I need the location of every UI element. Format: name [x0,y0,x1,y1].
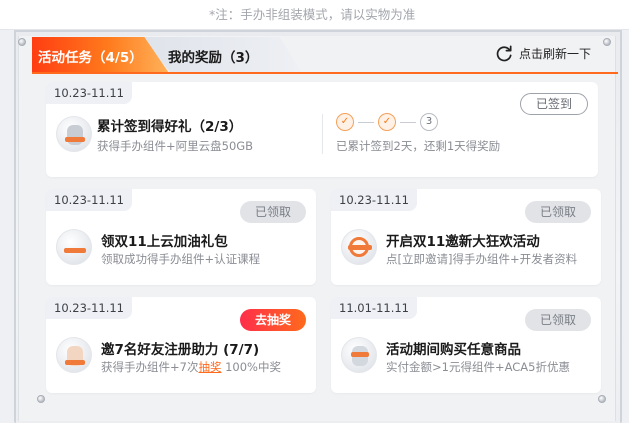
signin-progress-text: 已累计签到2天，还剩1天得奖励 [336,139,501,153]
refresh-button[interactable]: 点击刷新一下 [495,43,591,63]
figure-thumb-icon [341,337,377,373]
refresh-icon [496,45,512,61]
tab-underline [32,72,618,74]
draw-link[interactable]: 抽奖 [198,360,221,374]
tab-my-rewards-label: 我的奖励（3） [168,50,259,66]
figure-thumb-icon [56,116,92,152]
task-desc: 领取成功得手办组件+认证课程 [101,252,261,266]
top-note-text: *注：手办非组装模式，请以实物为准 [209,7,416,22]
task-desc: 获得手办组件+阿里云盘50GB [97,139,254,153]
step-connector [358,122,374,123]
card-divider [322,114,323,154]
task-desc-suffix: 100%中奖 [221,360,281,374]
frame-bolt-icon [598,395,606,403]
task-desc-prefix: 获得手办组件+7次 [101,360,199,374]
task-date: 10.23-11.11 [46,82,132,104]
claimed-button[interactable]: 已领取 [525,201,591,223]
tab-tasks-label: 活动任务（4/5） [38,50,143,66]
task-card-invite-friends: 10.23-11.11 去抽奖 邀7名好友注册助力 (7/7) 获得手办组件+7… [46,297,316,393]
task-title: 领双11上云加油礼包 [101,234,228,250]
frame-bolt-icon [37,395,45,403]
task-card-purchase: 11.01-11.11 已领取 活动期间购买任意商品 实付金额>1元得组件+AC… [331,297,601,393]
task-card-cloud-pack: 10.23-11.11 已领取 领双11上云加油礼包 领取成功得手办组件+认证课… [46,189,316,285]
claimed-button[interactable]: 已领取 [525,309,591,331]
top-note-bar: *注：手办非组装模式，请以实物为准 [0,0,629,30]
task-card-invite-party: 10.23-11.11 已领取 开启双11邀新大狂欢活动 点[立即邀请]得手办组… [331,189,601,285]
task-date: 10.23-11.11 [331,189,417,211]
figure-thumb-icon [341,229,377,265]
claimed-button[interactable]: 已领取 [240,201,306,223]
refresh-label: 点击刷新一下 [519,46,592,61]
step-connector [400,122,416,123]
step-done-check-icon: ✓ [336,113,354,131]
task-date: 10.23-11.11 [46,297,132,319]
signed-in-button[interactable]: 已签到 [520,93,588,115]
figure-thumb-icon [56,337,92,373]
frame-bolt-icon [18,38,26,46]
step-pending: 3 [420,113,438,131]
task-title: 活动期间购买任意商品 [386,342,521,358]
frame-bolt-icon [603,38,611,46]
task-title: 邀7名好友注册助力 (7/7) [101,342,260,358]
task-title: 开启双11邀新大狂欢活动 [386,234,540,250]
task-date: 10.23-11.11 [46,189,132,211]
task-desc: 实付金额>1元得组件+ACA5折优惠 [386,360,570,374]
go-draw-button[interactable]: 去抽奖 [240,309,306,331]
task-desc: 获得手办组件+7次抽奖 100%中奖 [101,359,281,375]
step-done-check-icon: ✓ [378,113,396,131]
figure-thumb-icon [56,229,92,265]
task-date: 11.01-11.11 [331,297,417,319]
task-desc: 点[立即邀请]得手办组件+开发者资料 [386,252,578,266]
task-title: 累计签到得好礼（2/3） [97,119,243,135]
